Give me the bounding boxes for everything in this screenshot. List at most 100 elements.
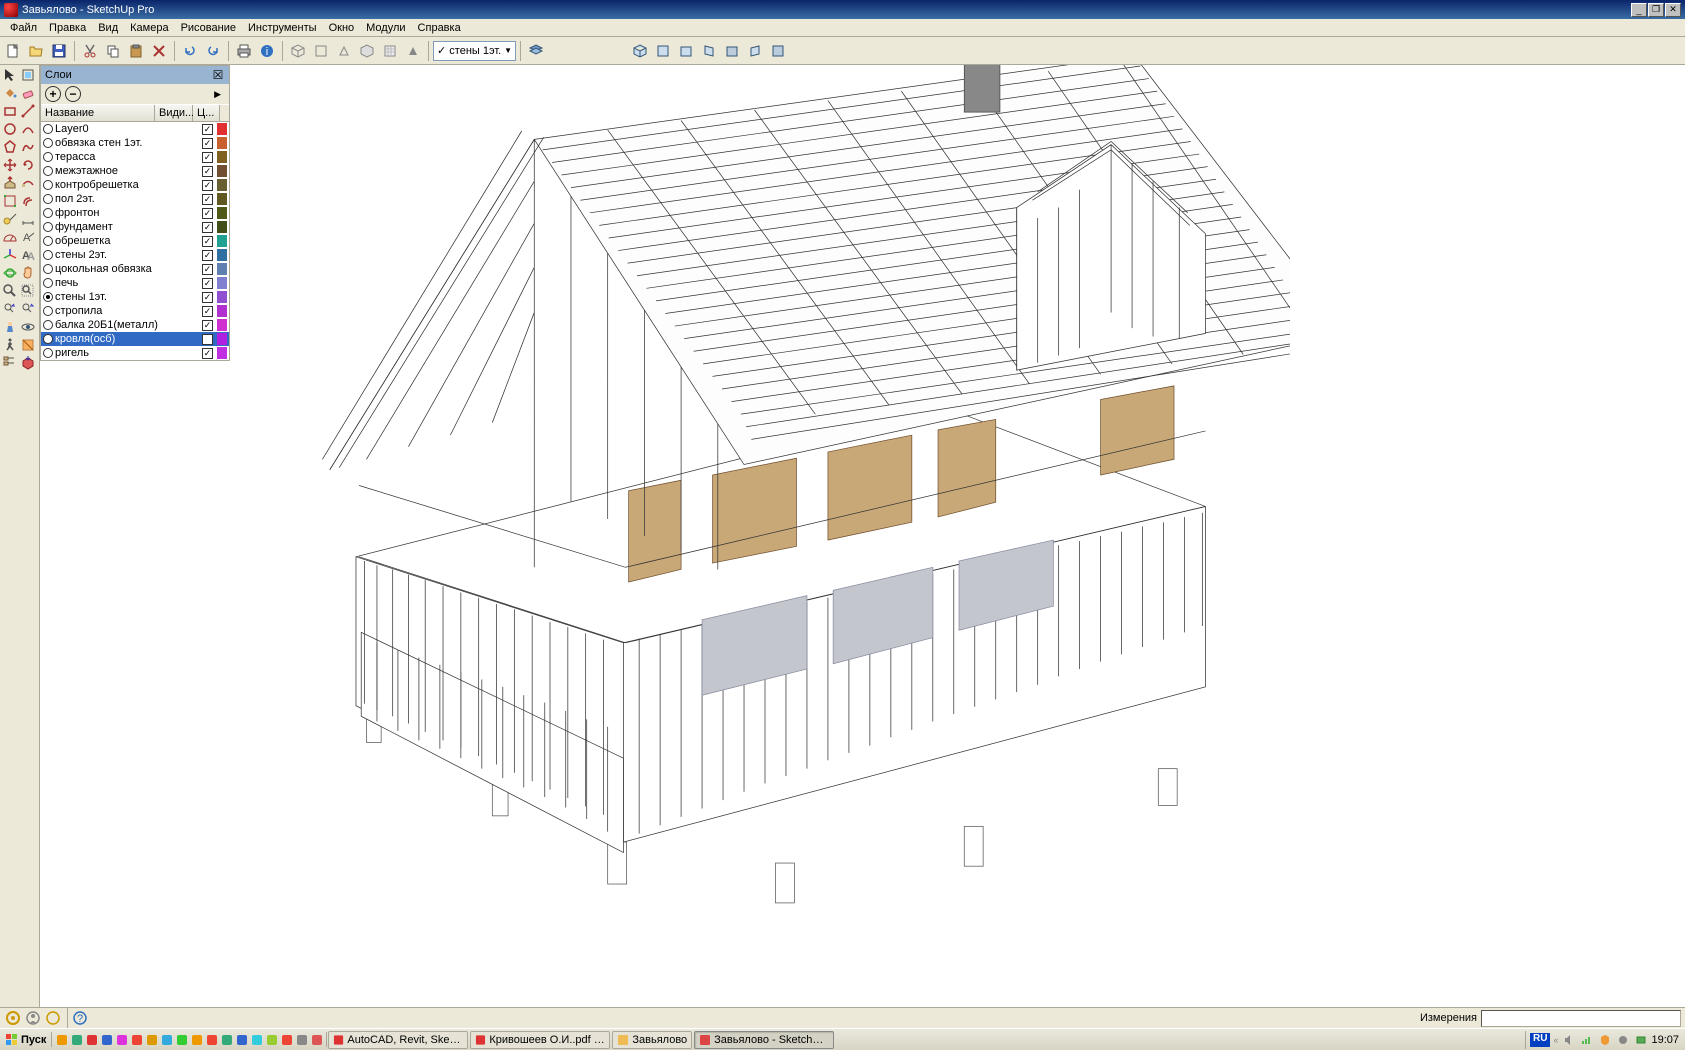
layer-color-swatch[interactable] bbox=[217, 179, 227, 191]
rotate-tool[interactable] bbox=[19, 156, 37, 174]
copy-button[interactable] bbox=[102, 40, 124, 62]
layer-row[interactable]: стропила bbox=[41, 304, 229, 318]
quicklaunch-icon-6[interactable] bbox=[144, 1032, 159, 1047]
layer-color-swatch[interactable] bbox=[217, 291, 227, 303]
monochrome-button[interactable] bbox=[402, 40, 424, 62]
orbit-tool[interactable] bbox=[1, 264, 19, 282]
3d-text-tool[interactable]: AA bbox=[19, 246, 37, 264]
menu-Рисование[interactable]: Рисование bbox=[175, 20, 242, 36]
quicklaunch-icon-7[interactable] bbox=[159, 1032, 174, 1047]
layer-row[interactable]: цокольная обвязка bbox=[41, 262, 229, 276]
followme-tool[interactable] bbox=[19, 174, 37, 192]
polygon-tool[interactable] bbox=[1, 138, 19, 156]
menu-Вид[interactable]: Вид bbox=[92, 20, 124, 36]
look-around-tool[interactable] bbox=[19, 318, 37, 336]
quicklaunch-icon-8[interactable] bbox=[174, 1032, 189, 1047]
layer-active-radio[interactable] bbox=[43, 348, 53, 358]
minimize-button[interactable]: _ bbox=[1631, 3, 1647, 17]
front-view-button[interactable] bbox=[675, 40, 697, 62]
layer-visible-checkbox[interactable] bbox=[202, 222, 213, 233]
layer-row[interactable]: терасса bbox=[41, 150, 229, 164]
quicklaunch-icon-4[interactable] bbox=[114, 1032, 129, 1047]
quicklaunch-icon-0[interactable] bbox=[54, 1032, 69, 1047]
layers-panel-close-button[interactable]: ☒ bbox=[211, 68, 225, 82]
zoom-extents-tool[interactable] bbox=[19, 282, 37, 300]
layer-visible-checkbox[interactable] bbox=[202, 166, 213, 177]
layer-active-radio[interactable] bbox=[43, 138, 53, 148]
taskbar-task[interactable]: Кривошеев О.И..pdf - A... bbox=[470, 1031, 610, 1049]
paint-bucket-tool[interactable] bbox=[1, 84, 19, 102]
layer-color-swatch[interactable] bbox=[217, 347, 227, 359]
layer-color-swatch[interactable] bbox=[217, 305, 227, 317]
pan-tool[interactable] bbox=[19, 264, 37, 282]
layer-row[interactable]: кровля(осб) bbox=[41, 332, 229, 346]
arc-tool[interactable] bbox=[19, 120, 37, 138]
layers-menu-button[interactable]: ▶ bbox=[214, 89, 225, 100]
layer-visible-checkbox[interactable] bbox=[202, 348, 213, 359]
quicklaunch-icon-1[interactable] bbox=[69, 1032, 84, 1047]
layer-visible-checkbox[interactable] bbox=[202, 138, 213, 149]
freehand-tool[interactable] bbox=[19, 138, 37, 156]
layer-row[interactable]: межэтажное bbox=[41, 164, 229, 178]
layer-manager-button[interactable] bbox=[525, 40, 547, 62]
layer-visible-checkbox[interactable] bbox=[202, 236, 213, 247]
menu-Файл[interactable]: Файл bbox=[4, 20, 43, 36]
print-button[interactable] bbox=[233, 40, 255, 62]
shaded-button[interactable] bbox=[356, 40, 378, 62]
layer-dropdown[interactable]: ✓ стены 1эт. ▼ bbox=[433, 41, 516, 61]
layer-row[interactable]: балка 20Б1(металл) bbox=[41, 318, 229, 332]
layer-row[interactable]: стены 2эт. bbox=[41, 248, 229, 262]
layer-row[interactable]: Layer0 bbox=[41, 122, 229, 136]
quicklaunch-icon-17[interactable] bbox=[309, 1032, 324, 1047]
col-color[interactable]: Ц... bbox=[193, 105, 220, 121]
layer-row[interactable]: фундамент bbox=[41, 220, 229, 234]
quicklaunch-icon-15[interactable] bbox=[279, 1032, 294, 1047]
layer-active-radio[interactable] bbox=[43, 166, 53, 176]
col-name[interactable]: Название bbox=[41, 105, 155, 121]
standard-views-button[interactable] bbox=[287, 40, 309, 62]
layer-row[interactable]: обрешетка bbox=[41, 234, 229, 248]
layer-color-swatch[interactable] bbox=[217, 123, 227, 135]
col-visible[interactable]: Види... bbox=[155, 105, 193, 121]
clock[interactable]: 19:07 bbox=[1651, 1034, 1679, 1046]
layer-visible-checkbox[interactable] bbox=[202, 180, 213, 191]
quicklaunch-icon-9[interactable] bbox=[189, 1032, 204, 1047]
layer-color-swatch[interactable] bbox=[217, 277, 227, 289]
quicklaunch-icon-10[interactable] bbox=[204, 1032, 219, 1047]
walk-tool[interactable] bbox=[1, 336, 19, 354]
scale-tool[interactable] bbox=[1, 192, 19, 210]
layer-active-radio[interactable] bbox=[43, 152, 53, 162]
layer-active-radio[interactable] bbox=[43, 124, 53, 134]
layer-active-radio[interactable] bbox=[43, 236, 53, 246]
eraser-tool[interactable] bbox=[19, 84, 37, 102]
iso-view-button[interactable] bbox=[629, 40, 651, 62]
layer-visible-checkbox[interactable] bbox=[202, 194, 213, 205]
quicklaunch-icon-5[interactable] bbox=[129, 1032, 144, 1047]
layer-row[interactable]: фронтон bbox=[41, 206, 229, 220]
layer-row[interactable]: пол 2эт. bbox=[41, 192, 229, 206]
rectangle-tool[interactable] bbox=[1, 102, 19, 120]
section-plane-tool[interactable] bbox=[19, 336, 37, 354]
quicklaunch-icon-16[interactable] bbox=[294, 1032, 309, 1047]
quicklaunch-icon-2[interactable] bbox=[84, 1032, 99, 1047]
quicklaunch-icon-12[interactable] bbox=[234, 1032, 249, 1047]
help-button[interactable]: ? bbox=[71, 1009, 89, 1027]
quicklaunch-icon-11[interactable] bbox=[219, 1032, 234, 1047]
layer-visible-checkbox[interactable] bbox=[202, 124, 213, 135]
layer-row[interactable]: обвязка стен 1эт. bbox=[41, 136, 229, 150]
layer-row[interactable]: контробрешетка bbox=[41, 178, 229, 192]
text-tool[interactable]: A bbox=[19, 228, 37, 246]
remove-layer-button[interactable]: − bbox=[65, 86, 81, 102]
tray-volume-icon[interactable] bbox=[1561, 1032, 1576, 1047]
shaded-texture-button[interactable] bbox=[379, 40, 401, 62]
select-tool[interactable] bbox=[1, 66, 19, 84]
add-layer-button[interactable]: + bbox=[45, 86, 61, 102]
quicklaunch-icon-3[interactable] bbox=[99, 1032, 114, 1047]
quicklaunch-icon-13[interactable] bbox=[249, 1032, 264, 1047]
offset-tool[interactable] bbox=[19, 192, 37, 210]
pushpull-tool[interactable] bbox=[1, 174, 19, 192]
menu-Правка[interactable]: Правка bbox=[43, 20, 92, 36]
tray-antivirus-icon[interactable] bbox=[1597, 1032, 1612, 1047]
taskbar-task[interactable]: AutoCAD, Revit, Sketch... bbox=[328, 1031, 468, 1049]
layer-color-swatch[interactable] bbox=[217, 165, 227, 177]
